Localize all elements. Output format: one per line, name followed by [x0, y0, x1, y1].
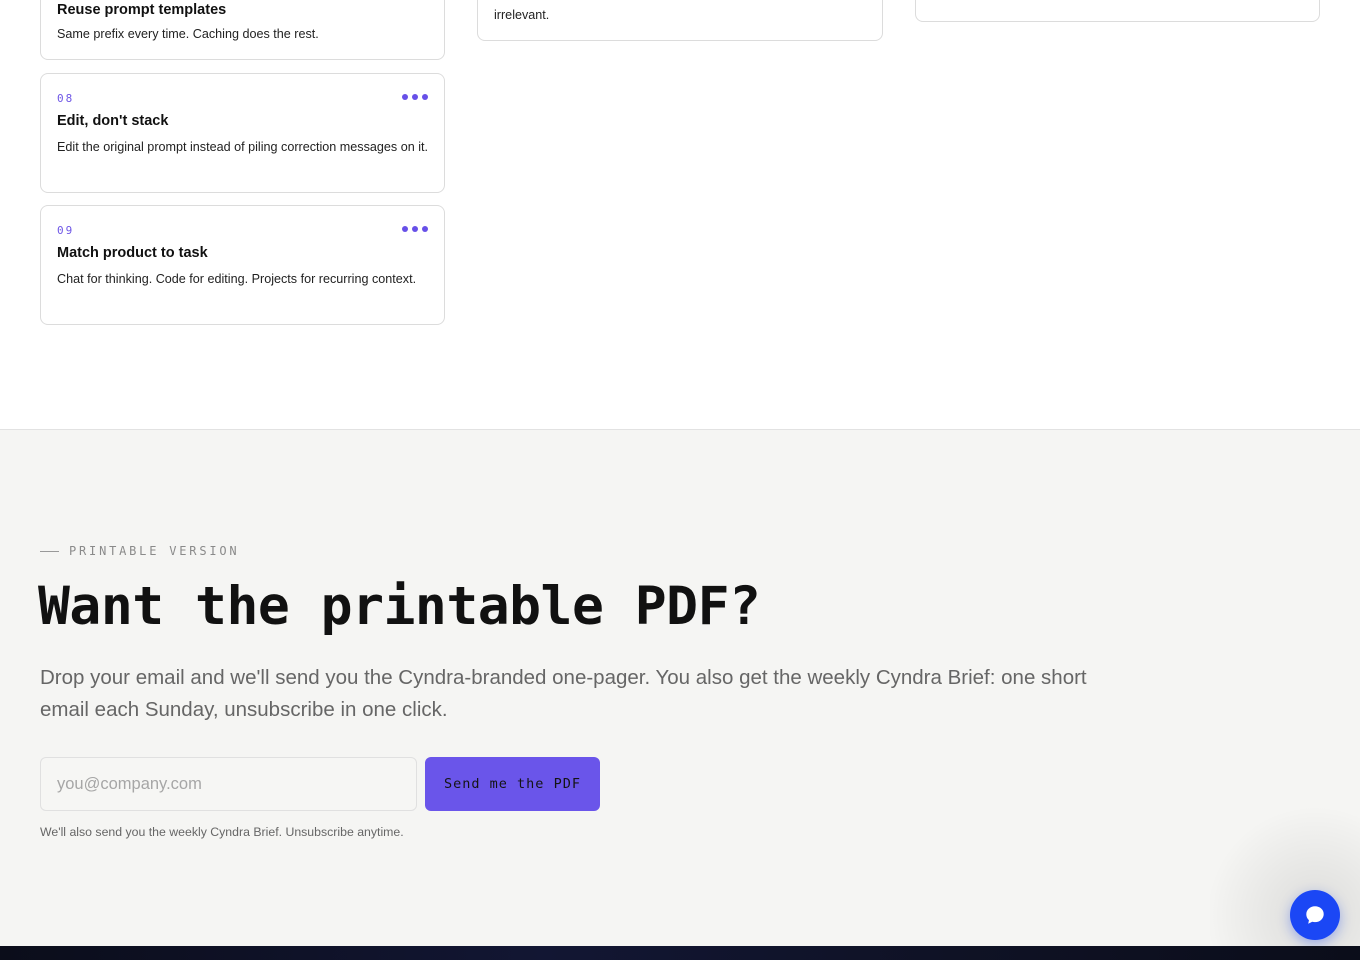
tips-grid: Reuse prompt templates Same prefix every… — [0, 0, 1360, 430]
chat-launcher-button[interactable] — [1290, 890, 1340, 940]
more-dots-icon[interactable] — [402, 226, 428, 232]
eyebrow-label: PRINTABLE VERSION — [69, 544, 240, 558]
fine-print: We'll also send you the weekly Cyndra Br… — [40, 825, 404, 839]
tip-description: irrelevant. — [494, 8, 550, 22]
tip-description: Edit the original prompt instead of pili… — [57, 140, 429, 154]
section-eyebrow: PRINTABLE VERSION — [40, 544, 239, 558]
chat-bubble-icon — [1306, 906, 1324, 924]
more-dots-icon[interactable] — [402, 94, 428, 100]
tip-card: irrelevant. — [477, 0, 883, 41]
tip-card: Reuse prompt templates Same prefix every… — [40, 0, 445, 60]
tip-number: 09 — [57, 224, 75, 237]
tip-description: Same prefix every time. Caching does the… — [57, 27, 319, 41]
tip-title: Match product to task — [57, 245, 208, 261]
tip-description: Chat for thinking. Code for editing. Pro… — [57, 272, 417, 286]
tip-number: 08 — [57, 92, 75, 105]
site-footer — [0, 946, 1360, 960]
tip-title: Edit, don't stack — [57, 113, 169, 129]
pdf-signup-section: PRINTABLE VERSION Want the printable PDF… — [0, 430, 1360, 946]
tip-card: 09 Match product to task Chat for thinki… — [40, 205, 445, 325]
tip-card — [915, 0, 1320, 22]
tip-card: 08 Edit, don't stack Edit the original p… — [40, 73, 445, 193]
section-title: Want the printable PDF? — [38, 576, 761, 637]
section-description: Drop your email and we'll send you the C… — [40, 666, 1087, 721]
email-field[interactable] — [40, 757, 417, 811]
eyebrow-rule — [40, 550, 59, 552]
tip-title: Reuse prompt templates — [57, 2, 227, 18]
send-pdf-button[interactable]: Send me the PDF — [425, 757, 600, 811]
